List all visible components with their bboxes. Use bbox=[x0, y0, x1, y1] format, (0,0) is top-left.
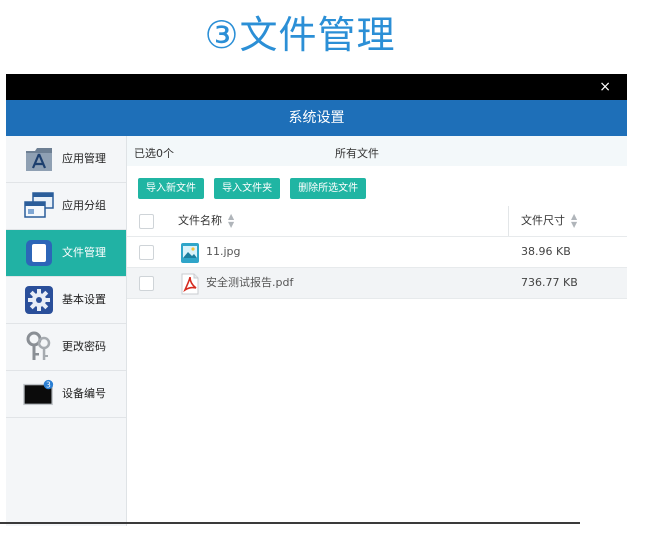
size-column-header[interactable]: 文件尺寸 ▲ ▼ bbox=[521, 206, 577, 236]
sidebar-item-label: 基本设置 bbox=[62, 293, 106, 306]
monitor-icon: 3 bbox=[23, 379, 55, 409]
table-row[interactable]: 11.jpg 38.96 KB bbox=[127, 237, 627, 268]
sidebar-item-label: 应用管理 bbox=[62, 152, 106, 165]
sidebar-item-label: 应用分组 bbox=[62, 199, 106, 212]
sidebar: 应用管理 应用分组 文件管理 基本设置 更改密码 3 设备编号 bbox=[6, 136, 127, 526]
device-badge: 3 bbox=[46, 380, 51, 389]
sidebar-item-app-group[interactable]: 应用分组 bbox=[6, 183, 126, 230]
keys-icon bbox=[23, 331, 55, 362]
window-title: 系统设置 bbox=[6, 100, 627, 136]
selected-count: 已选0个 bbox=[134, 147, 174, 160]
name-column-header[interactable]: 文件名称 ▲ ▼ bbox=[178, 206, 234, 236]
sidebar-item-file-management[interactable]: 文件管理 bbox=[6, 230, 126, 277]
close-button[interactable]: × bbox=[599, 79, 611, 95]
table-header: 文件名称 ▲ ▼ 文件尺寸 ▲ ▼ bbox=[127, 206, 627, 237]
row-checkbox[interactable] bbox=[139, 276, 154, 291]
file-size: 736.77 KB bbox=[521, 276, 578, 289]
select-all-checkbox[interactable] bbox=[139, 214, 154, 229]
all-files-label: 所有文件 bbox=[335, 147, 379, 160]
sort-icon: ▲ ▼ bbox=[228, 212, 235, 229]
delete-selected-button[interactable]: 删除所选文件 bbox=[290, 178, 367, 199]
gear-icon bbox=[23, 285, 55, 315]
sidebar-item-app-management[interactable]: 应用管理 bbox=[6, 136, 126, 183]
column-divider bbox=[508, 206, 509, 236]
pdf-file-icon bbox=[180, 273, 200, 295]
titlebar: × bbox=[6, 74, 627, 100]
file-icon bbox=[23, 238, 55, 268]
file-name: 安全测试报告.pdf bbox=[206, 276, 294, 289]
sidebar-item-basic-settings[interactable]: 基本设置 bbox=[6, 277, 126, 324]
row-checkbox[interactable] bbox=[139, 245, 154, 260]
file-panel: 已选0个 所有文件 导入新文件 导入文件夹 删除所选文件 文件名称 ▲ ▼ 文件尺寸… bbox=[127, 136, 627, 526]
page-heading: ③文件管理 bbox=[204, 13, 396, 57]
file-name: 11.jpg bbox=[206, 245, 241, 258]
divider bbox=[0, 522, 580, 524]
import-folder-button[interactable]: 导入文件夹 bbox=[214, 178, 281, 199]
sidebar-item-label: 设备编号 bbox=[62, 387, 106, 400]
file-table: 文件名称 ▲ ▼ 文件尺寸 ▲ ▼ 11.jpg 38.96 KB 安全测试报告… bbox=[127, 206, 627, 299]
app-store-icon bbox=[23, 144, 55, 174]
import-file-button[interactable]: 导入新文件 bbox=[138, 178, 204, 199]
sidebar-item-label: 更改密码 bbox=[62, 340, 106, 353]
sidebar-item-label: 文件管理 bbox=[62, 246, 106, 259]
action-buttons: 导入新文件 导入文件夹 删除所选文件 bbox=[138, 176, 371, 199]
sidebar-item-device-id[interactable]: 3 设备编号 bbox=[6, 371, 126, 418]
windows-group-icon bbox=[23, 191, 55, 221]
size-header-label: 文件尺寸 bbox=[521, 214, 565, 227]
name-header-label: 文件名称 bbox=[178, 214, 222, 227]
settings-window: × 系统设置 应用管理 应用分组 文件管理 基本设置 更改密码 3 设备编号 已… bbox=[6, 74, 627, 526]
sort-icon: ▲ ▼ bbox=[571, 212, 578, 229]
image-file-icon bbox=[180, 242, 200, 263]
file-toolbar: 已选0个 所有文件 bbox=[127, 136, 627, 166]
file-size: 38.96 KB bbox=[521, 245, 571, 258]
table-row[interactable]: 安全测试报告.pdf 736.77 KB bbox=[127, 268, 627, 299]
sidebar-item-change-password[interactable]: 更改密码 bbox=[6, 324, 126, 371]
